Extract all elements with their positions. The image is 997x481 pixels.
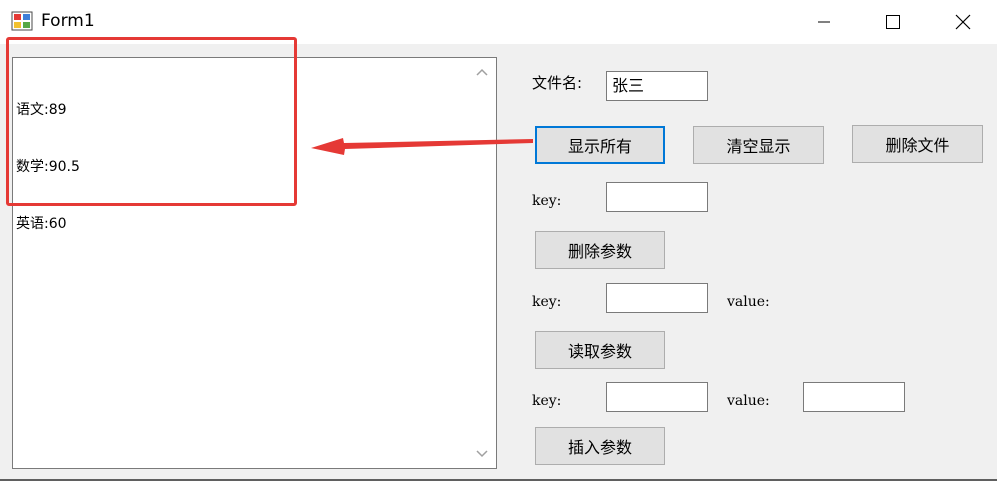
read-key-label: key: — [532, 294, 562, 310]
filename-input[interactable]: 张三 — [606, 71, 708, 101]
delete-key-label: key: — [532, 193, 562, 209]
scroll-up-icon[interactable] — [476, 68, 488, 76]
close-button[interactable] — [931, 0, 995, 44]
list-item[interactable]: 英语:60 — [16, 215, 80, 234]
insert-param-button[interactable]: 插入参数 — [535, 427, 665, 465]
insert-key-label: key: — [532, 393, 562, 409]
delete-key-input[interactable] — [606, 182, 708, 212]
insert-value-label: value: — [727, 393, 770, 409]
minimize-icon — [818, 21, 830, 23]
close-icon — [955, 14, 971, 30]
show-all-button[interactable]: 显示所有 — [535, 126, 665, 164]
read-value-label: value: — [727, 294, 770, 310]
delete-file-button[interactable]: 删除文件 — [852, 125, 983, 163]
window-title: Form1 — [41, 11, 95, 31]
read-param-button[interactable]: 读取参数 — [535, 331, 665, 369]
filename-label: 文件名: — [532, 74, 583, 92]
delete-param-button[interactable]: 删除参数 — [535, 231, 665, 269]
vertical-scrollbar[interactable] — [470, 58, 496, 468]
highlight-box — [6, 37, 297, 206]
maximize-icon — [886, 15, 900, 29]
scroll-down-icon[interactable] — [476, 450, 488, 458]
insert-key-input[interactable] — [606, 382, 708, 412]
read-key-input[interactable] — [606, 283, 708, 313]
insert-value-input[interactable] — [803, 382, 905, 412]
minimize-button[interactable] — [792, 0, 856, 44]
clear-display-button[interactable]: 清空显示 — [693, 126, 824, 164]
app-icon — [11, 11, 33, 31]
maximize-button[interactable] — [861, 0, 925, 44]
